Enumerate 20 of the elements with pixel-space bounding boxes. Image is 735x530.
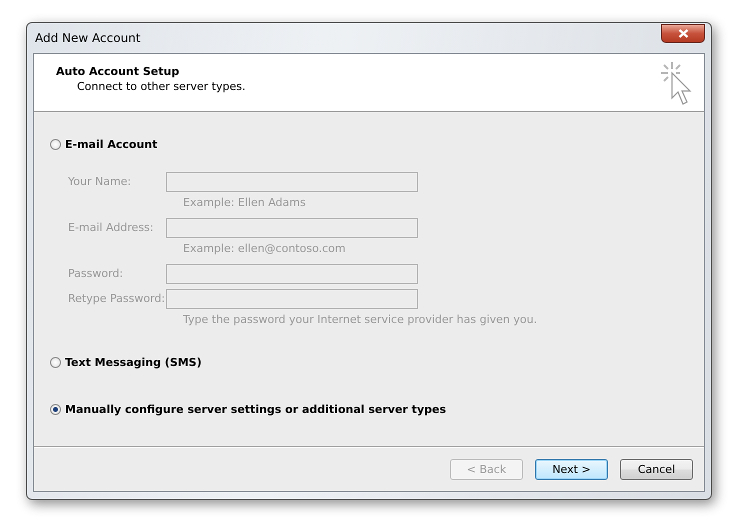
radio-label[interactable]: Manually configure server settings or additional server types <box>65 403 446 416</box>
radio-button[interactable] <box>50 357 61 368</box>
radio-button[interactable] <box>50 139 61 150</box>
close-button[interactable] <box>661 24 705 43</box>
header-subtitle: Connect to other server types. <box>76 80 246 93</box>
field-label: Retype Password: <box>68 291 166 307</box>
field-label: Password: <box>68 266 124 282</box>
close-icon <box>678 29 688 38</box>
hint-text: Example: ellen@contoso.com <box>182 241 346 257</box>
radio-label[interactable]: E-mail Account <box>65 138 158 151</box>
radio-label[interactable]: Text Messaging (SMS) <box>65 356 202 369</box>
header-title: Auto Account Setup <box>56 65 180 78</box>
dialog-button[interactable]: Next > <box>535 458 608 480</box>
field-label: Your Name: <box>68 174 132 190</box>
hint-text: Type the password your Internet service provider has given you. <box>182 312 538 325</box>
dialog-button[interactable]: Cancel <box>620 458 693 480</box>
hint-text: Example: Ellen Adams <box>182 195 306 211</box>
radio-button[interactable] <box>50 404 61 415</box>
window-title: Add New Account <box>34 31 140 45</box>
field-label: E-mail Address: <box>68 220 154 236</box>
